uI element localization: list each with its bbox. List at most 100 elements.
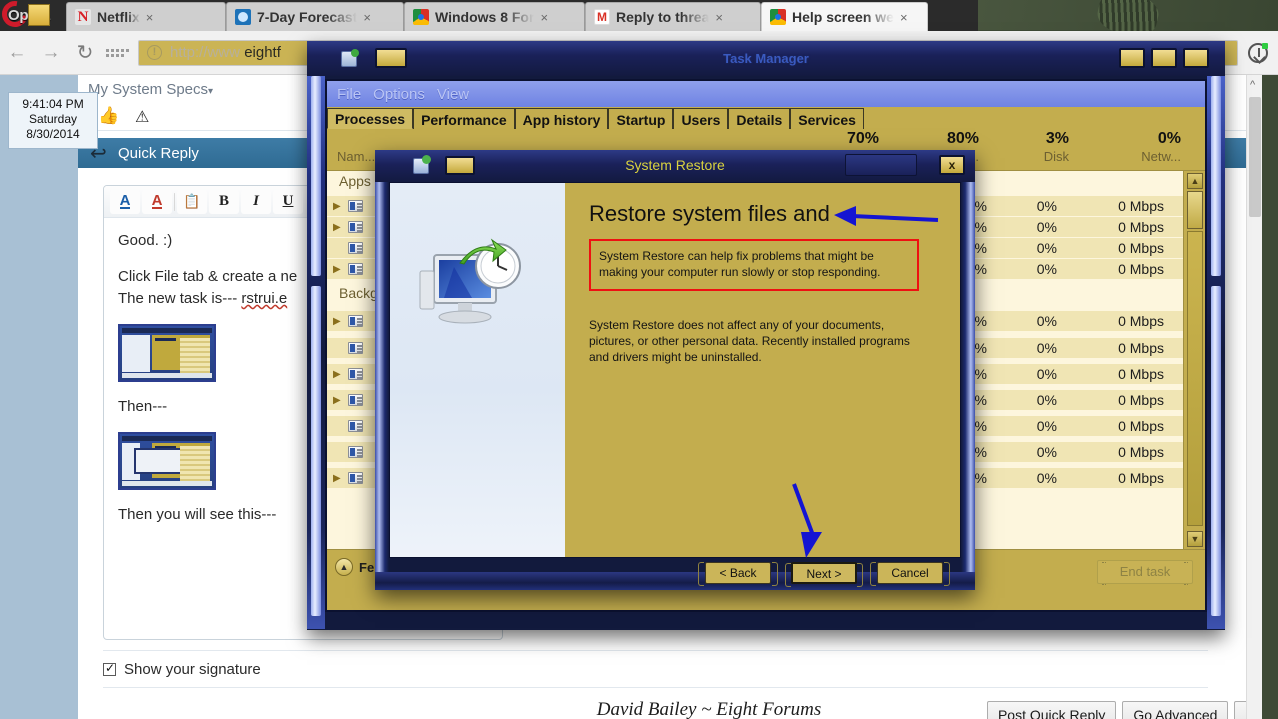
back-button[interactable]: < Back (698, 562, 778, 586)
tab-services[interactable]: Services (790, 108, 864, 129)
clock-date: 8/30/2014 (26, 127, 80, 141)
dialog-blank-button[interactable] (845, 154, 917, 176)
close-icon[interactable]: × (146, 10, 154, 25)
scrollbar-track[interactable] (1187, 231, 1203, 526)
tab-forecast[interactable]: 7-Day Forecast × (226, 2, 404, 31)
group-label: Apps (339, 173, 371, 189)
expand-icon[interactable]: ▶ (333, 369, 343, 380)
go-advanced-button[interactable]: Go Advanced (1122, 701, 1229, 719)
cell-disk: 0% (1036, 418, 1057, 434)
window-icon (348, 446, 363, 458)
window-controls (1119, 48, 1209, 68)
info-circle-icon (147, 45, 162, 60)
tab-performance[interactable]: Performance (413, 108, 515, 129)
next-button[interactable]: Next > (785, 562, 863, 587)
clock-tooltip: 9:41:04 PM Saturday 8/30/2014 (8, 92, 98, 149)
tab-reply-to-thread[interactable]: Reply to threa × (585, 2, 761, 31)
system-restore-titlebar[interactable]: System Restore x (375, 150, 975, 182)
scroll-up-icon[interactable]: ▲ (1187, 173, 1203, 189)
tab-users[interactable]: Users (673, 108, 729, 129)
close-icon[interactable]: × (715, 10, 723, 25)
show-signature-checkbox[interactable] (103, 661, 116, 676)
menu-options[interactable]: Options (367, 86, 431, 103)
gmail-icon (594, 9, 610, 25)
end-task-button[interactable]: End task (1097, 560, 1193, 585)
tab-details[interactable]: Details (728, 108, 791, 129)
expand-icon[interactable]: ▶ (333, 316, 343, 327)
tab-netflix[interactable]: Netflix × (66, 2, 226, 31)
browser-tab-strip: Opera Netflix × 7-Day Forecast × Windows… (0, 0, 978, 33)
font-color-icon[interactable]: A (110, 189, 140, 214)
post-quick-reply-button[interactable]: Post Quick Reply (986, 701, 1117, 719)
close-button[interactable] (1183, 48, 1209, 68)
window-icon (348, 315, 363, 327)
menu-file[interactable]: File (331, 86, 367, 103)
menu-view[interactable]: View (431, 86, 475, 103)
window-edge-left (307, 76, 325, 629)
column-disk[interactable]: 3% Disk (967, 129, 1077, 171)
scroll-down-icon[interactable]: ▼ (1187, 531, 1203, 547)
italic-icon[interactable]: I (241, 189, 271, 214)
cell-disk: 0% (1036, 219, 1057, 235)
tab-label: Reply to threa (616, 9, 710, 25)
my-system-specs-link[interactable]: My System Specs▾ (88, 81, 213, 98)
window-icon (348, 472, 363, 484)
page-scrollbar[interactable]: ^ (1246, 75, 1262, 719)
expand-icon[interactable]: ▶ (333, 395, 343, 406)
column-network[interactable]: 0% Netw... (1077, 129, 1189, 171)
cancel-button[interactable]: Cancel (870, 562, 950, 586)
inline-screenshot-1[interactable] (118, 324, 216, 382)
tab-app-history[interactable]: App history (514, 108, 609, 129)
dialog-buttons: < Back Next > Cancel (698, 562, 950, 587)
expand-icon[interactable]: ▶ (333, 473, 343, 484)
thumbs-up-icon[interactable]: 👍 (98, 106, 119, 126)
cell-network: 0 Mbps (1118, 444, 1164, 460)
opera-menu-button[interactable]: Opera (0, 0, 66, 33)
tab-label: 7-Day Forecast (257, 9, 358, 25)
font-highlight-icon[interactable]: A (142, 189, 172, 214)
process-list-scrollbar[interactable]: ▲ ▼ (1183, 171, 1205, 549)
cell-network: 0 Mbps (1118, 219, 1164, 235)
tab-label: Help screen we (792, 9, 894, 25)
close-icon[interactable]: × (540, 10, 548, 25)
minimize-button[interactable] (1119, 48, 1145, 68)
close-icon[interactable]: x (939, 155, 965, 175)
window-icon (348, 342, 363, 354)
close-icon[interactable]: × (363, 10, 371, 25)
cell-network: 0 Mbps (1118, 366, 1164, 382)
paste-icon[interactable]: 📋 (177, 189, 207, 214)
scroll-up-icon[interactable]: ^ (1250, 79, 1255, 91)
tab-processes[interactable]: Processes (327, 108, 414, 129)
forward-icon[interactable]: → (34, 42, 68, 64)
system-restore-footer: < Back Next > Cancel (389, 558, 961, 600)
system-restore-dialog[interactable]: System Restore x Restore system files an… (375, 150, 975, 590)
show-signature-row[interactable]: Show your signature (103, 650, 1208, 688)
scrollbar-thumb[interactable] (1187, 191, 1203, 229)
clock-day: Saturday (28, 112, 78, 126)
reply-action-buttons: Post Quick Reply Go Advanced Cancel (986, 701, 1262, 719)
reload-icon[interactable]: ↻ (68, 40, 102, 65)
back-icon[interactable]: ← (0, 42, 34, 64)
expand-icon[interactable]: ▶ (333, 264, 343, 275)
apps-grid-icon[interactable] (102, 48, 132, 57)
maximize-button[interactable] (1151, 48, 1177, 68)
tab-windows8-forums[interactable]: Windows 8 For × (404, 2, 585, 31)
dialog-edge-right (961, 182, 975, 572)
bold-icon[interactable]: B (209, 189, 239, 214)
underline-icon[interactable]: U (273, 189, 303, 214)
expand-icon[interactable]: ▶ (333, 222, 343, 233)
cell-network: 0 Mbps (1118, 198, 1164, 214)
cell-network: 0 Mbps (1118, 470, 1164, 486)
system-restore-sidepanel (390, 183, 565, 557)
download-icon[interactable] (1248, 42, 1268, 63)
warning-icon[interactable]: ⚠ (135, 107, 149, 127)
inline-screenshot-2[interactable] (118, 432, 216, 490)
task-manager-titlebar[interactable]: Task Manager (307, 41, 1225, 76)
expand-icon[interactable]: ▶ (333, 201, 343, 212)
tab-help-screen[interactable]: Help screen we × (761, 2, 928, 31)
scrollbar-thumb[interactable] (1249, 97, 1261, 217)
clock-time: 9:41:04 PM (22, 97, 84, 111)
window-icon (348, 221, 363, 233)
tab-startup[interactable]: Startup (608, 108, 674, 129)
close-icon[interactable]: × (900, 10, 908, 25)
